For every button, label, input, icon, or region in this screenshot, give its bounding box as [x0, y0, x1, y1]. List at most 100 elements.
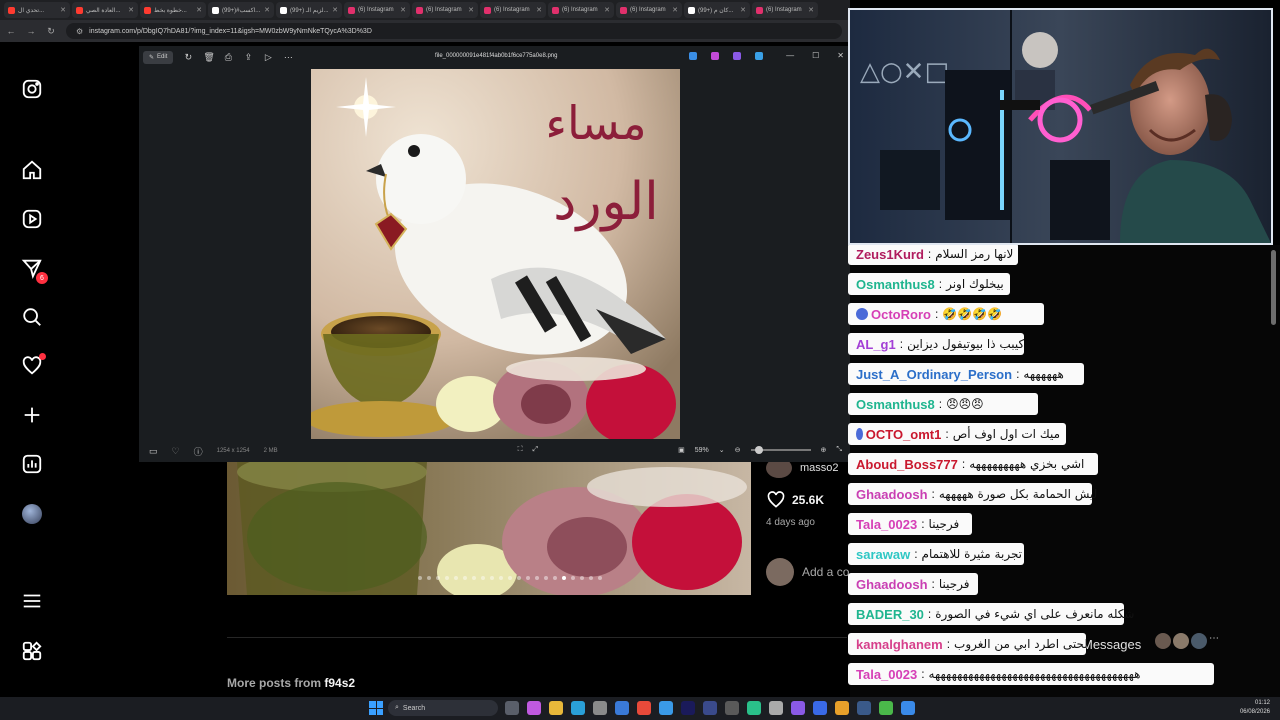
site-info-icon[interactable]: ⚙ [76, 27, 83, 36]
zoom-out-icon[interactable]: ⊖ [735, 446, 741, 454]
tab-close-icon[interactable]: ✕ [604, 6, 610, 14]
edit-with-icon[interactable] [689, 52, 697, 60]
print-icon[interactable]: ⎙ [223, 52, 233, 63]
rotate-icon[interactable]: ↻ [183, 52, 193, 63]
back-icon[interactable]: ← [6, 26, 16, 36]
store-icon[interactable] [593, 701, 607, 715]
heart-icon[interactable] [20, 353, 46, 378]
carousel-dot[interactable] [418, 576, 422, 580]
messages-label[interactable]: Messages [1082, 637, 1141, 652]
carousel-dot[interactable] [589, 576, 593, 580]
slideshow-icon[interactable]: ▷ [263, 52, 273, 63]
carousel-dot[interactable] [571, 576, 575, 580]
browser-tab[interactable]: (99+) كان م... ✕ [684, 2, 750, 18]
taskbar-search[interactable]: ⌕ Search [388, 700, 498, 716]
tab-close-icon[interactable]: ✕ [740, 6, 746, 14]
carousel-dot[interactable] [499, 576, 503, 580]
browser-tab[interactable]: خطوة بخط... ✕ [140, 2, 206, 18]
carousel-dot[interactable] [481, 576, 485, 580]
browser-tab[interactable]: (99+) لزيم الـ... ✕ [276, 2, 342, 18]
browser-tab[interactable]: العادة الصي... ✕ [72, 2, 138, 18]
photos-icon[interactable] [901, 701, 915, 715]
more-options-icon[interactable]: ⋯ [283, 52, 293, 63]
carousel-dot[interactable] [598, 576, 602, 580]
minimize-icon[interactable]: — [786, 51, 794, 60]
create-icon[interactable] [20, 403, 44, 427]
menu-icon[interactable] [20, 589, 44, 613]
share-icon[interactable]: ⇪ [243, 52, 253, 63]
zoom-level[interactable]: 59% [695, 447, 709, 454]
designer-icon[interactable] [711, 52, 719, 60]
chevron-down-icon[interactable]: ⌄ [719, 446, 725, 454]
dashboard-icon[interactable] [20, 452, 44, 476]
forward-icon[interactable]: → [26, 26, 36, 36]
reload-icon[interactable]: ↻ [46, 26, 56, 37]
tab-close-icon[interactable]: ✕ [60, 6, 66, 14]
carousel-dot[interactable] [490, 576, 494, 580]
zoom-slider[interactable] [750, 446, 811, 454]
home-icon[interactable] [20, 158, 44, 182]
browser-tab[interactable]: (6) Instagram ✕ [752, 2, 818, 18]
url-field[interactable]: ⚙ instagram.com/p/DbgIQ7hDA81/?img_index… [66, 23, 842, 39]
copilot-icon[interactable] [527, 701, 541, 715]
task-view-icon[interactable] [505, 701, 519, 715]
carousel-dot[interactable] [544, 576, 548, 580]
messages-icon[interactable]: 6 [20, 256, 48, 284]
filmstrip-icon[interactable]: ▭ [149, 446, 158, 457]
app-icon[interactable] [703, 701, 717, 715]
app-icon[interactable] [813, 701, 827, 715]
tab-close-icon[interactable]: ✕ [808, 6, 814, 14]
carousel-dot[interactable] [526, 576, 530, 580]
tab-close-icon[interactable]: ✕ [468, 6, 474, 14]
delete-icon[interactable]: 🗑 [203, 52, 214, 63]
tab-close-icon[interactable]: ✕ [536, 6, 542, 14]
info-icon[interactable]: ⓘ [194, 445, 203, 458]
more-posts-user[interactable]: f94s2 [324, 676, 355, 690]
file-explorer-icon[interactable] [549, 701, 563, 715]
browser-tab[interactable]: (6) Instagram ✕ [616, 2, 682, 18]
tab-close-icon[interactable]: ✕ [196, 6, 202, 14]
search-icon[interactable] [20, 305, 44, 329]
app-icon[interactable] [747, 701, 761, 715]
steam-icon[interactable] [857, 701, 871, 715]
tab-close-icon[interactable]: ✕ [672, 6, 678, 14]
carousel-dot[interactable] [427, 576, 431, 580]
browser-tab[interactable]: (6) Instagram ✕ [548, 2, 614, 18]
zoom-preset-icon[interactable]: ▣ [678, 446, 685, 454]
app-icon[interactable] [637, 701, 651, 715]
app-icon[interactable] [725, 701, 739, 715]
fit-icon[interactable]: ⛶ [518, 446, 523, 454]
start-icon[interactable] [369, 701, 383, 715]
app-icon[interactable] [659, 701, 673, 715]
carousel-dot[interactable] [535, 576, 539, 580]
nvidia-icon[interactable] [879, 701, 893, 715]
maximize-icon[interactable]: ☐ [812, 51, 819, 60]
mail-icon[interactable] [615, 701, 629, 715]
carousel-dot[interactable] [580, 576, 584, 580]
threads-apps-icon[interactable] [20, 639, 44, 663]
carousel-dot[interactable] [517, 576, 521, 580]
carousel-dot[interactable] [562, 576, 566, 580]
carousel-dot[interactable] [508, 576, 512, 580]
profile-avatar[interactable] [20, 502, 44, 526]
taskbar-clock[interactable]: 01:12 06/08/2026 [1240, 699, 1270, 717]
tab-close-icon[interactable]: ✕ [400, 6, 406, 14]
favorite-icon[interactable]: ♡ [172, 446, 180, 457]
chrome-icon[interactable] [835, 701, 849, 715]
premiere-icon[interactable] [681, 701, 695, 715]
more-icon[interactable]: ⋯ [1209, 633, 1219, 649]
carousel-dot[interactable] [463, 576, 467, 580]
carousel-dot[interactable] [454, 576, 458, 580]
app-icon[interactable] [791, 701, 805, 715]
like-heart-icon[interactable] [766, 490, 786, 510]
page-scrollbar[interactable] [1271, 250, 1276, 325]
browser-tab[interactable]: (6) Instagram ✕ [480, 2, 546, 18]
reels-icon[interactable] [20, 207, 44, 231]
instagram-logo-icon[interactable] [20, 77, 44, 101]
tab-close-icon[interactable]: ✕ [128, 6, 134, 14]
zoom-in-icon[interactable]: ⊕ [821, 446, 827, 454]
author-username[interactable]: masso2 [800, 462, 839, 474]
carousel-dot[interactable] [553, 576, 557, 580]
carousel-dot[interactable] [445, 576, 449, 580]
carousel-dot[interactable] [472, 576, 476, 580]
